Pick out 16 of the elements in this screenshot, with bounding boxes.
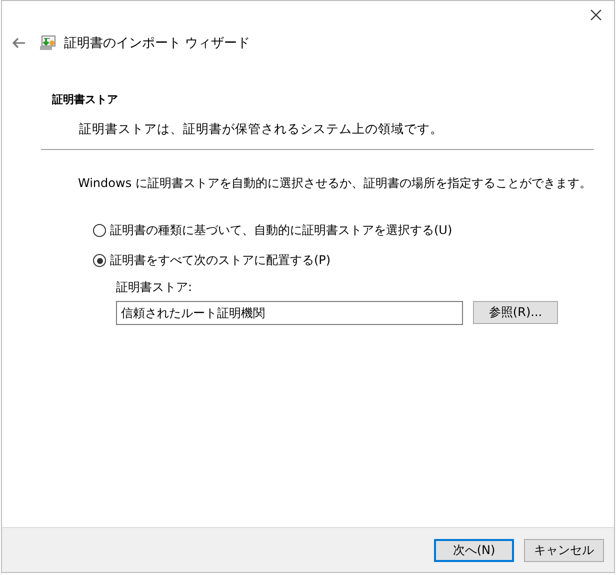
radio-button[interactable] [93, 254, 106, 267]
back-arrow-icon[interactable] [12, 37, 26, 49]
radio-label[interactable]: 証明書をすべて次のストアに配置する(P) [110, 252, 331, 269]
radio-button[interactable] [93, 224, 106, 237]
instruction-text: Windows に証明書ストアを自動的に選択させるか、証明書の場所を指定することができます。 [78, 175, 592, 192]
section-description: 証明書ストアは、証明書が保管されるシステム上の領域です。 [79, 121, 444, 138]
browse-button[interactable]: 参照(R)... [473, 301, 558, 324]
field-label: 証明書ストア: [116, 279, 194, 296]
cancel-button[interactable]: キャンセル [524, 538, 604, 562]
certificate-icon [39, 34, 57, 52]
close-icon[interactable] [590, 9, 602, 21]
radio-label[interactable]: 証明書の種類に基づいて、自動的に証明書ストアを選択する(U) [110, 222, 452, 239]
next-button[interactable]: 次へ(N) [434, 538, 514, 562]
window-title: 証明書のインポート ウィザード [64, 35, 250, 52]
store-input-field[interactable]: 信頼されたルート証明機関 [116, 301, 463, 325]
section-heading: 証明書ストア [52, 92, 119, 107]
